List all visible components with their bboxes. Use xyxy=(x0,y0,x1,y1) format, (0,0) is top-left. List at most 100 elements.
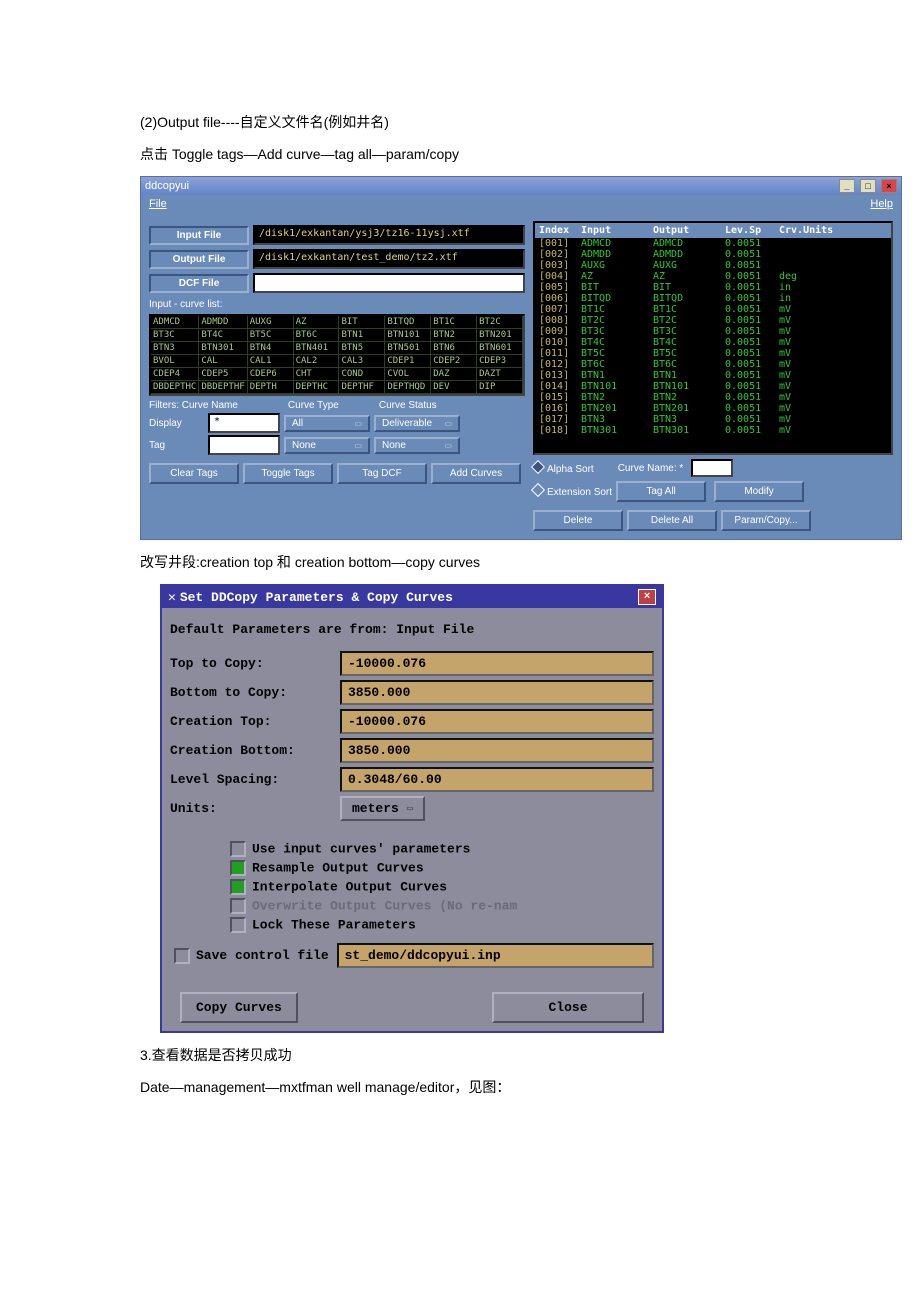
curve-cell[interactable]: CAL xyxy=(199,355,247,368)
curve-cell[interactable]: BVOL xyxy=(151,355,199,368)
ext-sort-radio[interactable] xyxy=(531,483,545,497)
curve-cell[interactable]: DAZT xyxy=(477,368,523,381)
ctop-field[interactable]: -10000.076 xyxy=(340,709,654,734)
output-table[interactable]: Index Input Output Lev.Sp Crv.Units [001… xyxy=(533,221,893,455)
tag-all-button[interactable]: Tag All xyxy=(616,481,706,502)
curve-cell[interactable]: BT3C xyxy=(151,329,199,342)
add-curves-button[interactable]: Add Curves xyxy=(431,463,521,484)
curve-cell[interactable]: CDEP2 xyxy=(431,355,477,368)
curve-cell[interactable]: BTN101 xyxy=(385,329,431,342)
table-row[interactable]: [016]BTN201BTN2010.0051mV xyxy=(535,403,891,414)
curve-cell[interactable]: AUXG xyxy=(248,316,294,329)
table-row[interactable]: [011]BT5CBT5C0.0051mV xyxy=(535,348,891,359)
modify-button[interactable]: Modify xyxy=(714,481,804,502)
top-field[interactable]: -10000.076 xyxy=(340,651,654,676)
curve-cell[interactable]: BTN501 xyxy=(385,342,431,355)
curve-cell[interactable]: CAL3 xyxy=(339,355,385,368)
delete-button[interactable]: Delete xyxy=(533,510,623,531)
curve-cell[interactable]: CAL2 xyxy=(294,355,340,368)
clear-tags-button[interactable]: Clear Tags xyxy=(149,463,239,484)
save-control-checkbox[interactable] xyxy=(174,948,190,964)
curve-cell[interactable]: AZ xyxy=(294,316,340,329)
curve-cell[interactable]: ADMCD xyxy=(151,316,199,329)
input-file-field[interactable]: /disk1/exkantan/ysj3/tz16-11ysj.xtf xyxy=(253,225,525,245)
status-dropdown[interactable]: Deliverable xyxy=(374,415,460,432)
curve-cell[interactable]: BT1C xyxy=(431,316,477,329)
curve-cell[interactable]: CAL1 xyxy=(248,355,294,368)
table-row[interactable]: [004]AZAZ0.0051deg xyxy=(535,271,891,282)
curve-cell[interactable]: BTN3 xyxy=(151,342,199,355)
curve-cell[interactable]: BT5C xyxy=(248,329,294,342)
curve-cell[interactable]: CHT xyxy=(294,368,340,381)
curve-cell[interactable]: ADMDD xyxy=(199,316,247,329)
lock-checkbox[interactable] xyxy=(230,917,246,933)
table-row[interactable]: [006]BITQDBITQD0.0051in xyxy=(535,293,891,304)
delete-all-button[interactable]: Delete All xyxy=(627,510,717,531)
curve-cell[interactable]: DBDEPTHF xyxy=(199,381,247,394)
display-field[interactable]: * xyxy=(208,413,280,433)
table-row[interactable]: [002]ADMDDADMDD0.0051 xyxy=(535,249,891,260)
curve-cell[interactable]: DEPTH xyxy=(248,381,294,394)
use-input-checkbox[interactable] xyxy=(230,841,246,857)
curve-cell[interactable]: BTN601 xyxy=(477,342,523,355)
curve-cell[interactable]: BTN401 xyxy=(294,342,340,355)
table-row[interactable]: [001]ADMCDADMCD0.0051 xyxy=(535,238,891,249)
curve-cell[interactable]: BIT xyxy=(339,316,385,329)
table-row[interactable]: [012]BT6CBT6C0.0051mV xyxy=(535,359,891,370)
output-file-field[interactable]: /disk1/exkantan/test_demo/tz2.xtf xyxy=(253,249,525,269)
curve-name-field[interactable] xyxy=(691,459,733,477)
curve-cell[interactable]: CDEP6 xyxy=(248,368,294,381)
curve-cell[interactable]: COND xyxy=(339,368,385,381)
save-control-field[interactable]: st_demo/ddcopyui.inp xyxy=(337,943,654,968)
param-copy-button[interactable]: Param/Copy... xyxy=(721,510,811,531)
tag-field[interactable] xyxy=(208,435,280,455)
menu-file[interactable]: File xyxy=(149,198,167,210)
interpolate-checkbox[interactable] xyxy=(230,879,246,895)
curve-grid[interactable]: ADMCDADMDDAUXGAZBITBITQDBT1CBT2CBT3CBT4C… xyxy=(149,314,525,396)
curve-cell[interactable]: CDEP1 xyxy=(385,355,431,368)
table-row[interactable]: [018]BTN301BTN3010.0051mV xyxy=(535,425,891,436)
curve-cell[interactable]: DEV xyxy=(431,381,477,394)
curve-cell[interactable]: BTN6 xyxy=(431,342,477,355)
table-row[interactable]: [005]BITBIT0.0051in xyxy=(535,282,891,293)
table-row[interactable]: [007]BT1CBT1C0.0051mV xyxy=(535,304,891,315)
curve-cell[interactable]: BT6C xyxy=(294,329,340,342)
copy-curves-button[interactable]: Copy Curves xyxy=(180,992,298,1023)
resample-checkbox[interactable] xyxy=(230,860,246,876)
tag-status-dropdown[interactable]: None xyxy=(374,437,460,454)
curve-cell[interactable]: DBDEPTHC xyxy=(151,381,199,394)
table-row[interactable]: [003]AUXGAUXG0.0051 xyxy=(535,260,891,271)
curve-cell[interactable]: DEPTHC xyxy=(294,381,340,394)
close-button[interactable]: Close xyxy=(492,992,644,1023)
curve-cell[interactable]: BITQD xyxy=(385,316,431,329)
dcf-file-field[interactable] xyxy=(253,273,525,293)
table-row[interactable]: [009]BT3CBT3C0.0051mV xyxy=(535,326,891,337)
curve-cell[interactable]: BTN301 xyxy=(199,342,247,355)
titlebar[interactable]: ✕Set DDCopy Parameters & Copy Curves × xyxy=(162,586,662,608)
curve-cell[interactable]: BTN5 xyxy=(339,342,385,355)
toggle-tags-button[interactable]: Toggle Tags xyxy=(243,463,333,484)
menu-help[interactable]: Help xyxy=(870,198,893,210)
curve-cell[interactable]: CDEP5 xyxy=(199,368,247,381)
curve-cell[interactable]: CDEP4 xyxy=(151,368,199,381)
table-row[interactable]: [010]BT4CBT4C0.0051mV xyxy=(535,337,891,348)
table-row[interactable]: [015]BTN2BTN20.0051mV xyxy=(535,392,891,403)
type-dropdown[interactable]: All xyxy=(284,415,370,432)
curve-cell[interactable]: BTN201 xyxy=(477,329,523,342)
cbottom-field[interactable]: 3850.000 xyxy=(340,738,654,763)
units-dropdown[interactable]: meters xyxy=(340,796,425,821)
curve-cell[interactable]: DEPTHQD xyxy=(385,381,431,394)
spacing-field[interactable]: 0.3048/60.00 xyxy=(340,767,654,792)
table-row[interactable]: [008]BT2CBT2C0.0051mV xyxy=(535,315,891,326)
curve-cell[interactable]: CDEP3 xyxy=(477,355,523,368)
maximize-icon[interactable]: □ xyxy=(860,179,876,193)
titlebar[interactable]: ddcopyui _ □ × xyxy=(141,177,901,195)
table-row[interactable]: [014]BTN101BTN1010.0051mV xyxy=(535,381,891,392)
alpha-sort-radio[interactable] xyxy=(531,459,545,473)
minimize-icon[interactable]: _ xyxy=(839,179,855,193)
curve-cell[interactable]: DIP xyxy=(477,381,523,394)
curve-cell[interactable]: BT2C xyxy=(477,316,523,329)
close-icon[interactable]: × xyxy=(881,179,897,193)
bottom-field[interactable]: 3850.000 xyxy=(340,680,654,705)
curve-cell[interactable]: BTN2 xyxy=(431,329,477,342)
